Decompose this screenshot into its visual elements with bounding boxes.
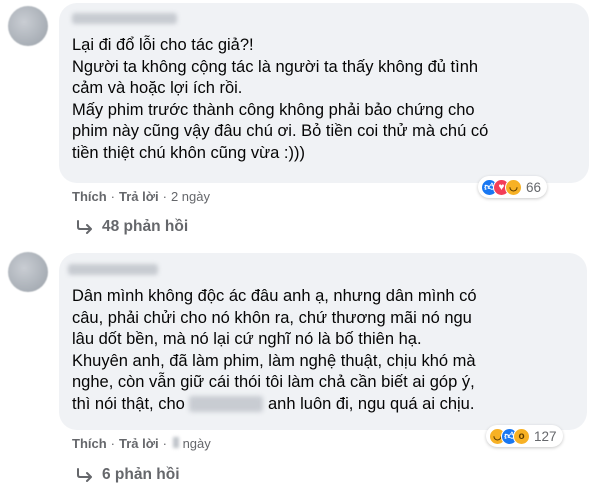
reaction-summary[interactable]: ◡ 👍︎ o 127 <box>486 425 563 447</box>
avatar[interactable] <box>8 6 48 46</box>
avatar[interactable] <box>8 252 48 292</box>
comment-text-part: anh luôn đi, ngu quá ai chịu. <box>263 394 475 413</box>
commenter-name-redacted[interactable] <box>72 13 177 24</box>
redacted-number <box>172 437 179 448</box>
reply-arrow-icon <box>77 220 92 234</box>
replies-label: 48 phản hồi <box>102 218 189 235</box>
comment-text: Dân mình không độc ác đâu anh ạ, nhưng d… <box>72 286 477 416</box>
reaction-count: 66 <box>526 179 542 195</box>
comment-actions: Thích · Trả lời · ngày <box>72 436 211 451</box>
comment-actions: Thích · Trả lời · 2 ngày <box>72 189 210 204</box>
timestamp[interactable]: 2 ngày <box>171 189 210 204</box>
commenter-name-redacted[interactable] <box>68 264 158 275</box>
reply-button[interactable]: Trả lời <box>119 189 159 204</box>
view-replies-link[interactable]: 6 phản hồi <box>76 466 180 484</box>
reply-arrow-icon <box>77 468 92 482</box>
comment-bubble: Dân mình không độc ác đâu anh ạ, nhưng d… <box>59 253 587 430</box>
reaction-count: 127 <box>534 428 557 444</box>
reaction-summary[interactable]: 👍︎ ♥ ◡ 66 <box>478 176 548 198</box>
like-button[interactable]: Thích <box>72 436 107 451</box>
replies-label: 6 phản hồi <box>102 466 180 483</box>
separator: · <box>110 189 116 204</box>
wow-icon: o <box>513 427 530 445</box>
comment-bubble: Lại đi đổ lỗi cho tác giả?! Người ta khô… <box>59 3 589 183</box>
reply-button[interactable]: Trả lời <box>119 436 159 451</box>
separator: · <box>162 436 167 451</box>
separator: · <box>162 189 167 204</box>
haha-icon: ◡ <box>505 178 522 196</box>
comment-text: Lại đi đổ lỗi cho tác giả?! Người ta khô… <box>72 36 489 162</box>
redacted-word <box>189 395 264 412</box>
timestamp-unit: ngày <box>182 436 211 451</box>
timestamp[interactable]: ngày <box>171 436 211 451</box>
view-replies-link[interactable]: 48 phản hồi <box>76 218 188 236</box>
separator: · <box>110 436 116 451</box>
like-button[interactable]: Thích <box>72 189 107 204</box>
